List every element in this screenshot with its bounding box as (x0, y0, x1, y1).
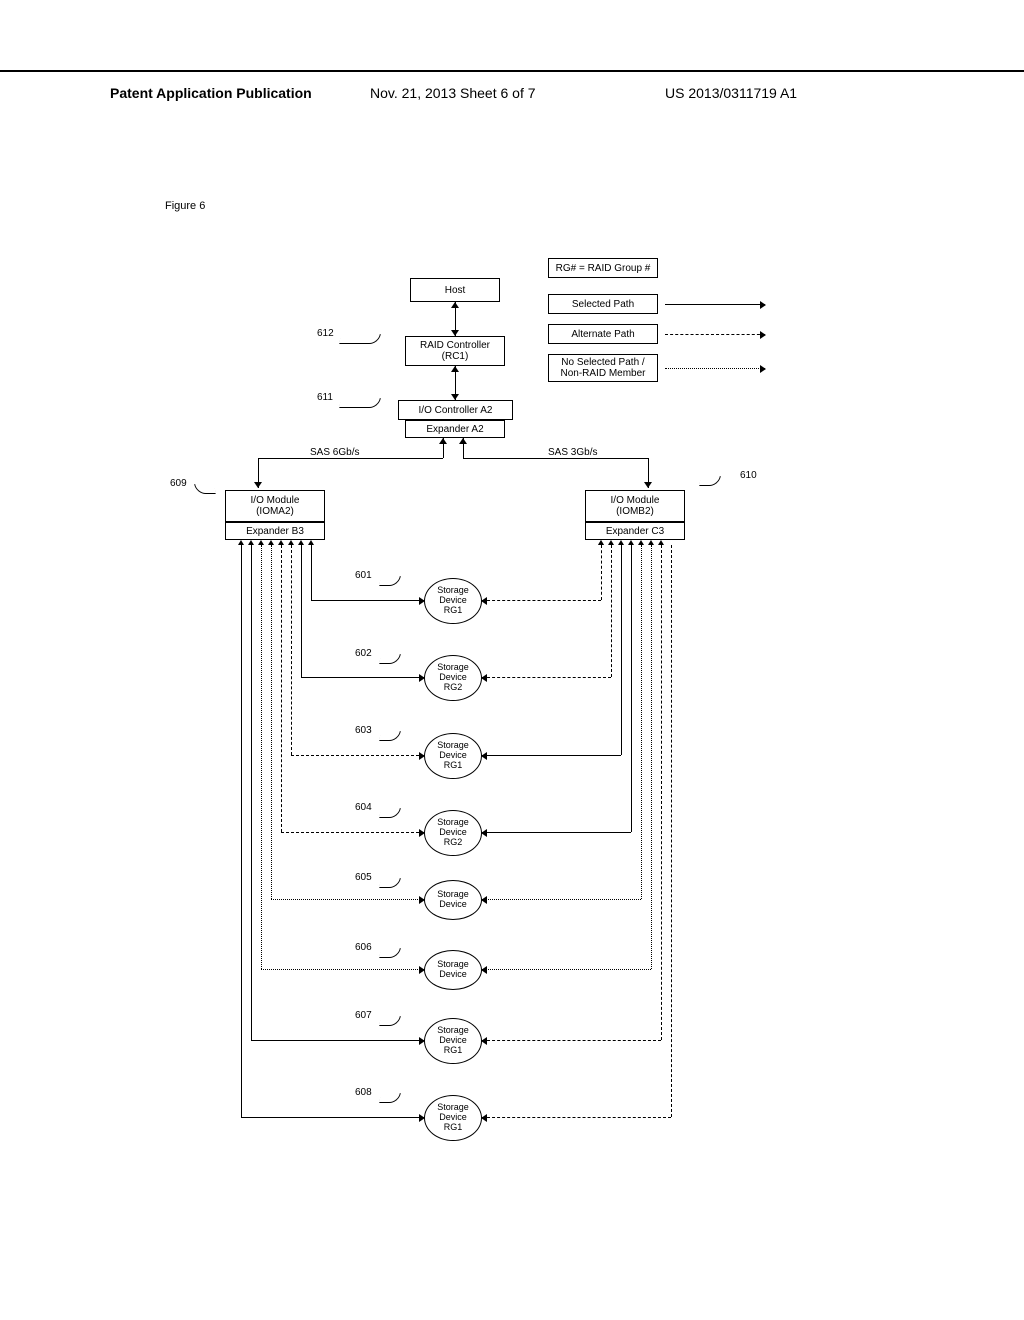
lead-611 (339, 398, 381, 408)
c3-h (482, 755, 621, 756)
b-v8 (241, 545, 242, 1117)
ref-604: 604 (355, 802, 372, 813)
branch-right-horiz (463, 458, 648, 459)
lead-606 (379, 948, 401, 958)
ref-608: 608 (355, 1087, 372, 1098)
c-v5 (641, 545, 642, 899)
b8-h (241, 1117, 424, 1118)
storage-602: Storage Device RG2 (424, 655, 482, 701)
b-v2 (301, 545, 302, 677)
iomod-a-box: I/O Module (IOMA2) (225, 490, 325, 522)
c-v4 (631, 545, 632, 832)
ref-612: 612 (317, 328, 334, 339)
ref-611: 611 (317, 392, 333, 403)
ref-610: 610 (740, 470, 757, 481)
legend-alternate: Alternate Path (548, 324, 658, 344)
b5-h (271, 899, 424, 900)
lead-607 (379, 1016, 401, 1026)
storage-608: Storage Device RG1 (424, 1095, 482, 1141)
c-v7 (661, 545, 662, 1040)
b-v5 (271, 545, 272, 899)
ref-602: 602 (355, 648, 372, 659)
b-v3 (291, 545, 292, 755)
storage-601: Storage Device RG1 (424, 578, 482, 624)
arrow-down-icon (254, 482, 262, 488)
ref-603: 603 (355, 725, 372, 736)
b7-h (251, 1040, 424, 1041)
b-v1 (311, 545, 312, 600)
b2-h (301, 677, 424, 678)
c5-h (482, 899, 641, 900)
legend-rg: RG# = RAID Group # (548, 258, 658, 278)
storage-604: Storage Device RG2 (424, 810, 482, 856)
expander-b-box: Expander B3 (225, 522, 325, 540)
legend-nopath-line (665, 368, 765, 369)
b4-h (281, 832, 424, 833)
b6-h (261, 969, 424, 970)
header-left: Patent Application Publication (110, 85, 312, 101)
header-mid: Nov. 21, 2013 Sheet 6 of 7 (370, 85, 536, 101)
c4-h (482, 832, 631, 833)
arrow-up-icon (459, 438, 467, 444)
ref-607: 607 (355, 1010, 372, 1021)
iomod-b-box: I/O Module (IOMB2) (585, 490, 685, 522)
c2-h (482, 677, 611, 678)
host-box: Host (410, 278, 500, 302)
b-v4 (281, 545, 282, 832)
lead-604 (379, 808, 401, 818)
raid-controller-box: RAID Controller (RC1) (405, 336, 505, 366)
c-v1 (601, 545, 602, 600)
header-right: US 2013/0311719 A1 (665, 85, 797, 101)
arrow-up-icon (451, 302, 459, 308)
branch-left-horiz (258, 458, 443, 459)
legend-selected-line (665, 304, 765, 305)
arrow-up-icon (439, 438, 447, 444)
arrow-down-icon (644, 482, 652, 488)
lead-605 (379, 878, 401, 888)
lead-608 (379, 1093, 401, 1103)
lead-603 (379, 731, 401, 741)
storage-606: Storage Device (424, 950, 482, 990)
storage-603: Storage Device RG1 (424, 733, 482, 779)
arrow-down-icon (451, 330, 459, 336)
c-v3 (621, 545, 622, 755)
arrow-up-icon (451, 366, 459, 372)
lead-610 (699, 476, 721, 486)
sas6-label: SAS 6Gb/s (310, 447, 359, 458)
b1-h (311, 600, 424, 601)
b-v6 (261, 545, 262, 969)
storage-607: Storage Device RG1 (424, 1018, 482, 1064)
legend-alt-line (665, 334, 765, 335)
expander-c-box: Expander C3 (585, 522, 685, 540)
lead-609 (194, 484, 216, 494)
header-rule (0, 70, 1024, 72)
lead-601 (379, 576, 401, 586)
io-controller-box: I/O Controller A2 (398, 400, 513, 420)
expander-a-box: Expander A2 (405, 420, 505, 438)
c1-h (482, 600, 601, 601)
sas3-label: SAS 3Gb/s (548, 447, 597, 458)
ref-605: 605 (355, 872, 372, 883)
ref-609: 609 (170, 478, 187, 489)
lead-602 (379, 654, 401, 664)
ref-606: 606 (355, 942, 372, 953)
c7-h (482, 1040, 661, 1041)
c-v6 (651, 545, 652, 969)
ref-601: 601 (355, 570, 372, 581)
b-v7 (251, 545, 252, 1040)
c-v2 (611, 545, 612, 677)
c8-h (482, 1117, 671, 1118)
c6-h (482, 969, 651, 970)
arrow-down-icon (451, 394, 459, 400)
lead-612 (339, 334, 381, 344)
b3-h (291, 755, 424, 756)
legend-selected: Selected Path (548, 294, 658, 314)
legend-nopath: No Selected Path / Non-RAID Member (548, 354, 658, 382)
c-v8 (671, 545, 672, 1117)
storage-605: Storage Device (424, 880, 482, 920)
figure-label: Figure 6 (165, 200, 205, 212)
